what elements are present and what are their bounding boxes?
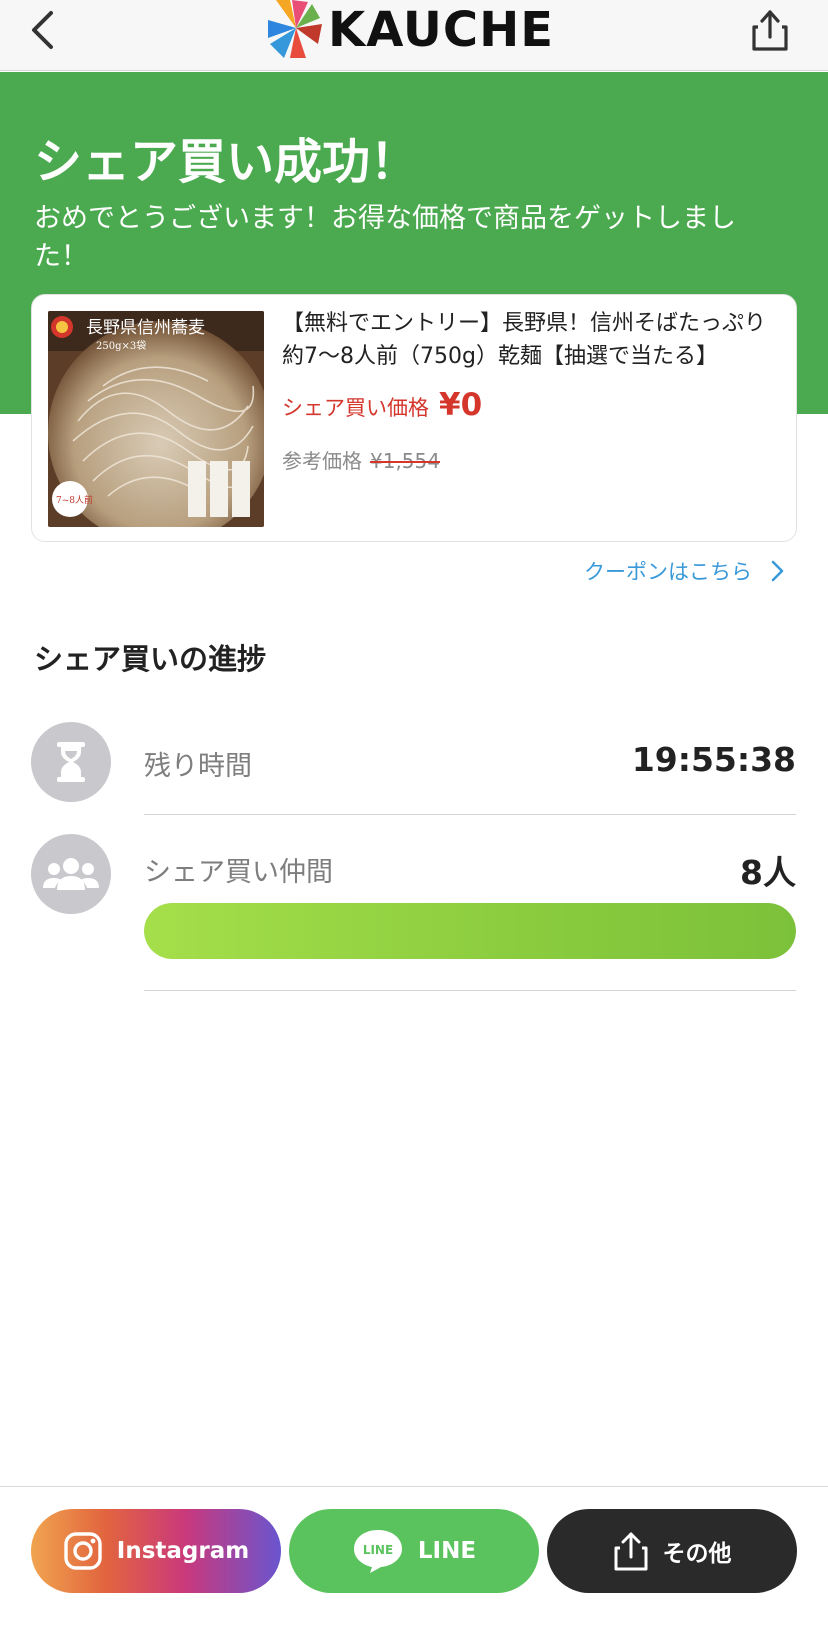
progress-section-title: シェア買いの進捗	[34, 642, 267, 676]
coupon-link-label: クーポンはこちら	[584, 560, 752, 584]
image-sub-caption: 250g×3袋	[96, 339, 146, 352]
image-badge: 7~8人前	[56, 494, 93, 506]
share-line-button[interactable]: LINE LINE	[289, 1509, 539, 1593]
other-share-label: その他	[662, 1541, 732, 1567]
reference-price-label: 参考価格	[282, 449, 362, 473]
product-image: 長野県信州蕎麦 250g×3袋 7~8人前	[48, 311, 264, 527]
row-divider	[144, 814, 796, 815]
chevron-right-icon	[771, 560, 784, 582]
image-caption: 長野県信州蕎麦	[86, 318, 205, 338]
share-icon	[613, 1530, 649, 1572]
product-title: 【無料でエントリー】長野県！信州そばたっぷり約7〜8人前（750g）乾麺【抽選で…	[282, 311, 767, 369]
share-instagram-button[interactable]: Instagram	[31, 1509, 281, 1593]
line-icon: LINE	[352, 1528, 404, 1574]
instagram-icon	[63, 1531, 103, 1571]
reference-price-value: ¥1,554	[370, 449, 440, 473]
share-bar: Instagram LINE LINE その他	[0, 1486, 828, 1628]
share-other-button[interactable]: その他	[547, 1509, 797, 1593]
kauche-logo: KAUCHE	[268, 0, 554, 60]
share-members-count: 8人	[740, 853, 796, 892]
product-card[interactable]: 長野県信州蕎麦 250g×3袋 7~8人前 【無料でエントリー】長野県！信州そば…	[31, 294, 797, 542]
group-icon	[31, 834, 111, 914]
time-remaining-value: 19:55:38	[631, 740, 796, 779]
app-header: KAUCHE	[0, 0, 828, 71]
row-divider	[144, 990, 796, 991]
page-title: シェア買い成功！	[34, 134, 419, 190]
share-progress-bar	[144, 903, 796, 959]
share-progress-fill	[144, 903, 796, 959]
share-price-value: ¥0	[439, 387, 483, 423]
logo-text: KAUCHE	[328, 2, 555, 58]
share-price-row: シェア買い価格 ¥0	[282, 387, 482, 423]
share-price-label: シェア買い価格	[282, 396, 429, 420]
soba-photo: 長野県信州蕎麦 250g×3袋 7~8人前	[48, 311, 264, 527]
share-icon	[752, 10, 788, 51]
success-message: おめでとうございます！お得な価格で商品をゲットしました！	[34, 203, 736, 272]
logo-mark-icon	[268, 0, 322, 58]
share-members-label: シェア買い仲間	[144, 857, 333, 888]
reference-price-row: 参考価格 ¥1,554	[282, 445, 440, 474]
coupon-link[interactable]: クーポンはこちら	[584, 556, 784, 586]
header-share-button[interactable]	[748, 4, 792, 56]
chevron-left-icon	[32, 11, 53, 49]
line-logo-text: LINE	[363, 1543, 393, 1557]
time-remaining-label: 残り時間	[144, 751, 252, 782]
line-label: LINE	[417, 1538, 477, 1564]
back-button[interactable]	[22, 6, 62, 54]
hourglass-icon	[31, 722, 111, 802]
instagram-label: Instagram	[116, 1538, 250, 1564]
